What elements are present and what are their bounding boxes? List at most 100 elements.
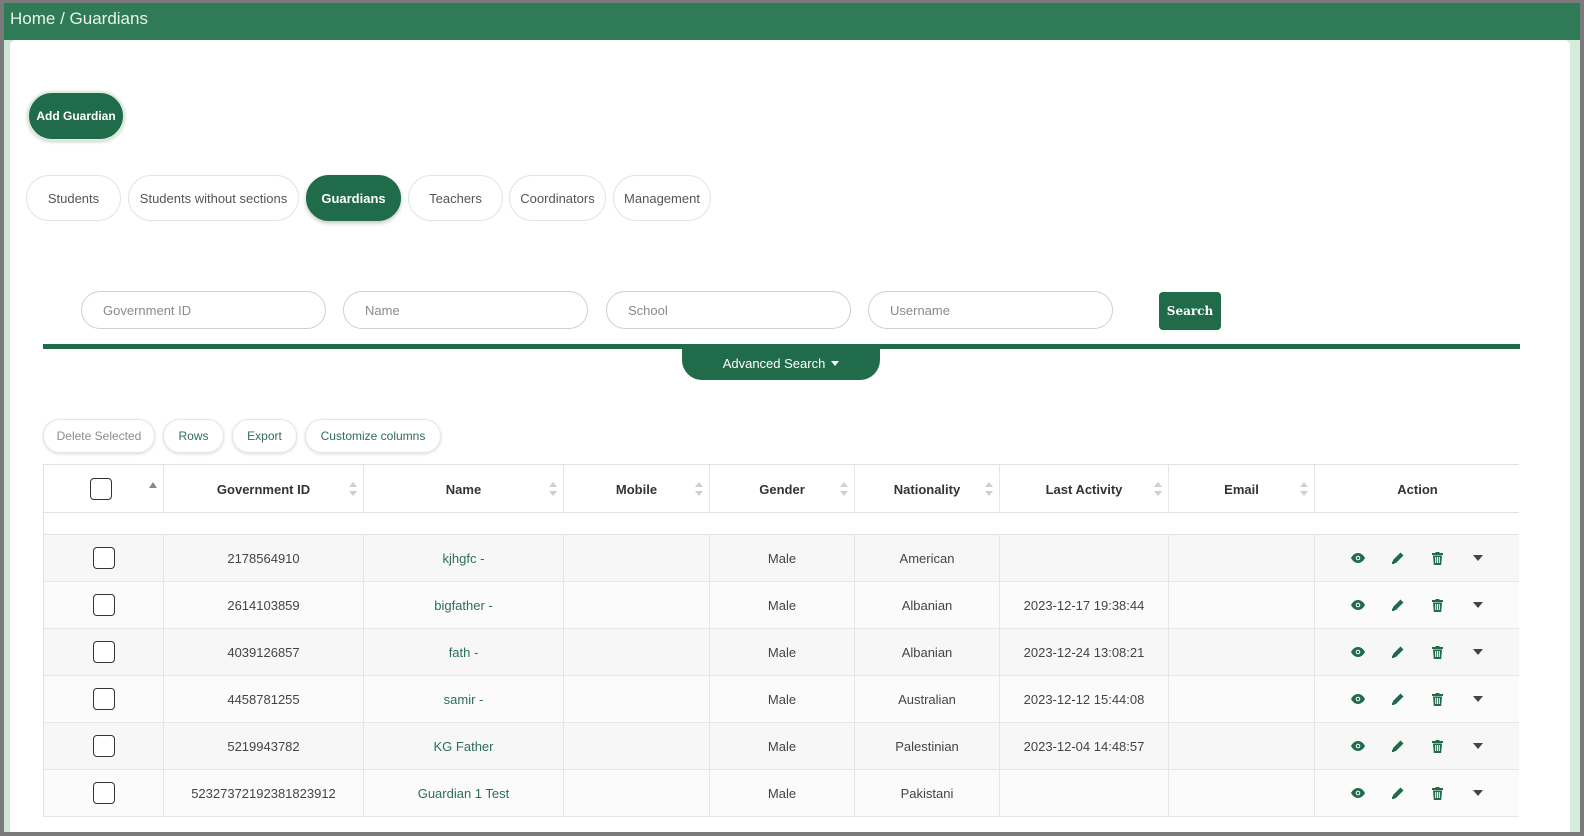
cell-email bbox=[1169, 629, 1315, 675]
pencil-icon[interactable] bbox=[1378, 693, 1418, 705]
header-label: Name bbox=[445, 481, 482, 497]
cell-name[interactable]: samir - bbox=[364, 676, 564, 722]
trash-icon[interactable] bbox=[1418, 692, 1458, 706]
add-guardian-button[interactable]: Add Guardian bbox=[27, 91, 125, 141]
cell-email bbox=[1169, 770, 1315, 816]
trash-icon[interactable] bbox=[1418, 739, 1458, 753]
eye-icon[interactable] bbox=[1338, 647, 1378, 657]
row-actions bbox=[1338, 786, 1498, 800]
pencil-icon[interactable] bbox=[1378, 552, 1418, 564]
cell-name[interactable]: Guardian 1 Test bbox=[364, 770, 564, 816]
select-all-checkbox[interactable] bbox=[89, 478, 112, 500]
export-button[interactable]: Export bbox=[232, 419, 297, 453]
cell-gender: Male bbox=[710, 629, 855, 675]
sort-asc-icon[interactable] bbox=[149, 482, 157, 488]
cell-name[interactable]: kjhgfc - bbox=[364, 535, 564, 581]
cell-name[interactable]: KG Father bbox=[364, 723, 564, 769]
cell-gov-id: 4039126857 bbox=[164, 629, 364, 675]
header-label: Government ID bbox=[216, 481, 311, 497]
eye-icon[interactable] bbox=[1338, 553, 1378, 563]
header-label: Gender bbox=[759, 481, 805, 497]
sort-icon bbox=[985, 482, 993, 496]
caret-down-icon[interactable] bbox=[1458, 649, 1498, 655]
cell-last-activity: 2023-12-17 19:38:44 bbox=[1000, 582, 1169, 628]
search-button[interactable]: Search bbox=[1159, 292, 1221, 330]
row-checkbox[interactable] bbox=[92, 782, 115, 804]
row-actions bbox=[1338, 645, 1498, 659]
cell-mobile bbox=[564, 770, 710, 816]
caret-down-icon[interactable] bbox=[1458, 555, 1498, 561]
cell-actions bbox=[1315, 535, 1520, 581]
tab-teachers[interactable]: Teachers bbox=[408, 175, 503, 221]
trash-icon[interactable] bbox=[1418, 786, 1458, 800]
header-mobile[interactable]: Mobile bbox=[564, 465, 710, 513]
trash-icon[interactable] bbox=[1418, 551, 1458, 565]
header-last-activity[interactable]: Last Activity bbox=[1000, 465, 1169, 513]
delete-selected-button[interactable]: Delete Selected bbox=[43, 419, 155, 453]
tab-coordinators[interactable]: Coordinators bbox=[509, 175, 606, 221]
cell-select bbox=[44, 535, 164, 581]
cell-name[interactable]: fath - bbox=[364, 629, 564, 675]
top-bar: Home / Guardians bbox=[0, 0, 1584, 40]
name-input[interactable] bbox=[343, 291, 588, 329]
caret-down-icon[interactable] bbox=[1458, 790, 1498, 796]
pencil-icon[interactable] bbox=[1378, 740, 1418, 752]
cell-select bbox=[44, 770, 164, 816]
cell-last-activity: 2023-12-12 15:44:08 bbox=[1000, 676, 1169, 722]
row-checkbox[interactable] bbox=[92, 547, 115, 569]
table-spacer bbox=[43, 513, 1519, 535]
eye-icon[interactable] bbox=[1338, 788, 1378, 798]
sort-icon bbox=[1300, 482, 1308, 496]
cell-email bbox=[1169, 535, 1315, 581]
cell-actions bbox=[1315, 723, 1520, 769]
cell-nationality: American bbox=[855, 535, 1000, 581]
sort-icon bbox=[840, 482, 848, 496]
rows-button[interactable]: Rows bbox=[163, 419, 224, 453]
tab-guardians[interactable]: Guardians bbox=[306, 175, 401, 221]
cell-last-activity bbox=[1000, 770, 1169, 816]
caret-down-icon[interactable] bbox=[1458, 602, 1498, 608]
cell-actions bbox=[1315, 770, 1520, 816]
row-checkbox[interactable] bbox=[92, 641, 115, 663]
tab-students-without-sections[interactable]: Students without sections bbox=[128, 175, 299, 221]
header-gender[interactable]: Gender bbox=[710, 465, 855, 513]
eye-icon[interactable] bbox=[1338, 600, 1378, 610]
school-input[interactable] bbox=[606, 291, 851, 329]
header-label: Action bbox=[1397, 481, 1438, 497]
pencil-icon[interactable] bbox=[1378, 599, 1418, 611]
pencil-icon[interactable] bbox=[1378, 646, 1418, 658]
tab-management[interactable]: Management bbox=[613, 175, 711, 221]
customize-columns-button[interactable]: Customize columns bbox=[305, 419, 441, 453]
table-row: 5219943782 KG Father Male Palestinian 2023-1… bbox=[43, 723, 1519, 770]
username-input[interactable] bbox=[868, 291, 1113, 329]
row-checkbox[interactable] bbox=[92, 594, 115, 616]
row-checkbox[interactable] bbox=[92, 735, 115, 757]
row-checkbox[interactable] bbox=[92, 688, 115, 710]
table-body: 2178564910 kjhgfc - Male American 2614103859… bbox=[43, 535, 1519, 817]
caret-down-icon[interactable] bbox=[1458, 696, 1498, 702]
header-government-id[interactable]: Government ID bbox=[164, 465, 364, 513]
cell-last-activity bbox=[1000, 535, 1169, 581]
cell-last-activity: 2023-12-24 13:08:21 bbox=[1000, 629, 1169, 675]
header-email[interactable]: Email bbox=[1169, 465, 1315, 513]
caret-down-icon[interactable] bbox=[1458, 743, 1498, 749]
cell-nationality: Albanian bbox=[855, 582, 1000, 628]
tab-students[interactable]: Students bbox=[26, 175, 121, 221]
cell-gender: Male bbox=[710, 770, 855, 816]
pencil-icon[interactable] bbox=[1378, 787, 1418, 799]
advanced-search-button[interactable]: Advanced Search bbox=[682, 346, 880, 380]
guardians-table: Government ID Name Mobile Gender Nationa… bbox=[43, 464, 1519, 817]
header-name[interactable]: Name bbox=[364, 465, 564, 513]
cell-email bbox=[1169, 723, 1315, 769]
header-action: Action bbox=[1315, 465, 1520, 513]
eye-icon[interactable] bbox=[1338, 694, 1378, 704]
breadcrumb-home[interactable]: Home bbox=[10, 9, 55, 28]
cell-name[interactable]: bigfather - bbox=[364, 582, 564, 628]
header-nationality[interactable]: Nationality bbox=[855, 465, 1000, 513]
cell-gender: Male bbox=[710, 676, 855, 722]
eye-icon[interactable] bbox=[1338, 741, 1378, 751]
cell-nationality: Palestinian bbox=[855, 723, 1000, 769]
government-id-input[interactable] bbox=[81, 291, 326, 329]
trash-icon[interactable] bbox=[1418, 598, 1458, 612]
trash-icon[interactable] bbox=[1418, 645, 1458, 659]
